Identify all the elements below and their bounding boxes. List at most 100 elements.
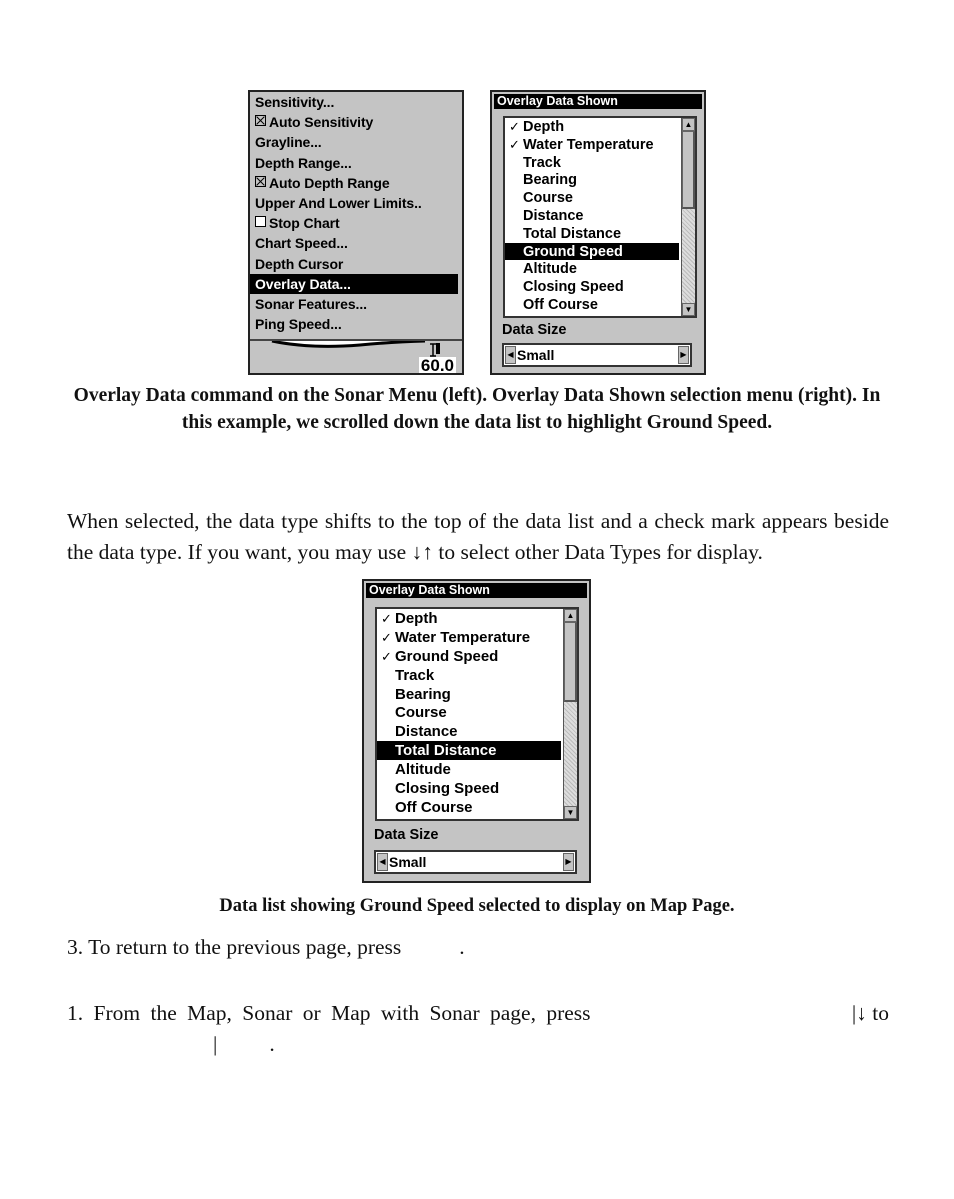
body-paragraph: When selected, the data type shifts to t… xyxy=(67,509,889,564)
menu-item[interactable]: Depth Cursor xyxy=(250,254,462,274)
scroll-thumb[interactable] xyxy=(564,622,577,702)
menu-item[interactable]: Upper And Lower Limits.. xyxy=(250,193,462,213)
list-item[interactable]: Closing Speed xyxy=(505,278,679,296)
menu-item-label: Grayline... xyxy=(255,134,322,151)
menu-item[interactable]: Overlay Data... xyxy=(250,273,458,294)
menu-item-label: Stop Chart xyxy=(269,215,340,232)
overlay-data-list[interactable]: ✓ Depth ✓ Water Temperature Track Bearing Cour… xyxy=(503,116,697,318)
key-separator: | xyxy=(213,1032,218,1056)
list-item[interactable]: Off Course xyxy=(505,296,679,314)
list-item-label: Closing Speed xyxy=(523,279,624,296)
menu-item-label: Auto Depth Range xyxy=(269,174,390,191)
figure-caption: Data list showing Ground Speed selected … xyxy=(219,896,735,916)
list-item[interactable]: Distance xyxy=(377,722,561,741)
menu-item-label: Auto Sensitivity xyxy=(269,114,374,131)
list-item[interactable]: Course xyxy=(505,189,679,207)
menu-item[interactable]: Depth Range... xyxy=(250,153,462,173)
list-item[interactable]: Off Course xyxy=(377,798,561,817)
step-text: 1. From the Map, Sonar or Map with Sonar… xyxy=(67,1001,591,1025)
menu-item-label: Chart Speed... xyxy=(255,235,348,252)
scroll-up-icon[interactable]: ▲ xyxy=(682,118,695,131)
list-item[interactable]: Altitude xyxy=(377,760,561,779)
depth-readout: 60.0 xyxy=(418,356,456,375)
menu-item[interactable]: Auto Sensitivity xyxy=(250,112,462,132)
menu-item-label: Overlay Data... xyxy=(255,275,351,292)
menu-item-label: Sonar Features... xyxy=(255,295,367,312)
arrow-right-icon[interactable]: ▶ xyxy=(563,853,574,871)
list-item[interactable]: Course xyxy=(377,703,561,722)
check-icon: ✓ xyxy=(381,648,392,664)
arrow-right-icon[interactable]: ▶ xyxy=(678,346,689,364)
dialog-title: Overlay Data Shown xyxy=(366,583,587,598)
step-text: 3. To return to the previous page, press xyxy=(67,935,402,959)
list-item[interactable]: Track xyxy=(505,154,679,172)
list-item-label: Distance xyxy=(523,207,584,224)
list-item[interactable]: Bearing xyxy=(505,171,679,189)
list-item[interactable]: Total Distance xyxy=(505,225,679,243)
figure-caption: Overlay Data command on the Sonar Menu (… xyxy=(73,385,881,433)
menu-item[interactable]: Ping Speed... xyxy=(250,314,462,334)
list-item-label: Depth xyxy=(395,610,438,627)
data-size-value: Small xyxy=(517,347,555,363)
check-icon: ✓ xyxy=(509,136,520,152)
list-item[interactable]: Altitude xyxy=(505,260,679,278)
menu-item[interactable]: Auto Depth Range xyxy=(250,173,462,193)
arrow-left-icon[interactable]: ◀ xyxy=(377,853,388,871)
list-item[interactable]: ✓ Depth xyxy=(377,609,561,628)
list-item[interactable]: Closing Speed xyxy=(377,779,561,798)
list-item-label: Altitude xyxy=(395,761,451,779)
list-item-label: Track xyxy=(523,154,561,171)
overlay-data-dialog: Overlay Data Shown ✓ Depth ✓ Water Temperat… xyxy=(362,579,591,883)
list-item[interactable]: ✓ Depth xyxy=(505,118,679,136)
list-item-label: Bearing xyxy=(523,172,577,189)
menu-item[interactable]: Stop Chart xyxy=(250,213,462,233)
menu-item-label: Upper And Lower Limits.. xyxy=(255,194,422,211)
data-size-label: Data Size xyxy=(502,322,567,338)
data-size-selector[interactable]: ◀ Small ▶ xyxy=(374,850,577,874)
menu-item[interactable]: Grayline... xyxy=(250,132,462,152)
scroll-thumb[interactable] xyxy=(682,131,695,209)
check-icon: ✓ xyxy=(509,119,520,134)
menu-item-label: Depth Cursor xyxy=(255,255,344,272)
menu-item-label: Ping Speed... xyxy=(255,316,342,333)
list-item-label: Altitude xyxy=(523,261,577,278)
checkbox-checked-icon[interactable] xyxy=(255,175,266,187)
sonar-chart-area: 60.0 xyxy=(250,341,462,375)
checkbox-unchecked-icon[interactable] xyxy=(255,216,266,228)
list-item-label: Bearing xyxy=(395,685,451,703)
scroll-up-icon[interactable]: ▲ xyxy=(564,609,577,622)
menu-item[interactable]: Sensitivity... xyxy=(250,92,462,112)
list-item[interactable]: Track xyxy=(377,666,561,685)
scroll-down-icon[interactable]: ▼ xyxy=(682,303,695,316)
list-scrollbar[interactable]: ▲ ▼ xyxy=(563,609,579,819)
list-item[interactable]: Total Distance xyxy=(377,741,561,761)
arrow-left-icon[interactable]: ◀ xyxy=(505,346,516,364)
data-size-selector[interactable]: ◀ Small ▶ xyxy=(502,343,692,367)
menu-item[interactable]: Sonar Features... xyxy=(250,294,462,314)
list-scrollbar[interactable]: ▲ ▼ xyxy=(681,118,697,316)
list-item-label: Water Temperature xyxy=(395,628,531,646)
scroll-down-icon[interactable]: ▼ xyxy=(564,806,577,819)
list-item-label: Water Temperature xyxy=(523,136,654,153)
list-item[interactable]: ✓ Water Temperature xyxy=(505,136,679,154)
body-paragraph: 1. From the Map, Sonar or Map with Sonar… xyxy=(67,998,889,1060)
list-item-label: Total Distance xyxy=(523,225,622,242)
list-item-label: Total Distance xyxy=(395,742,497,760)
list-item[interactable]: ✓ Ground Speed xyxy=(377,647,561,666)
list-item-label: Ground Speed xyxy=(395,647,499,665)
check-icon: ✓ xyxy=(381,629,392,645)
menu-item[interactable]: Chart Speed... xyxy=(250,233,462,253)
list-item[interactable]: Bearing xyxy=(377,685,561,704)
list-item[interactable]: ✓ Water Temperature xyxy=(377,628,561,647)
overlay-data-list[interactable]: ✓ Depth ✓ Water Temperature ✓ Ground Speed Tra… xyxy=(375,607,579,821)
list-item-label: Depth xyxy=(523,119,565,135)
check-icon: ✓ xyxy=(381,611,392,626)
list-item-label: Track xyxy=(395,666,435,684)
sonar-menu: Sensitivity... Auto Sensitivity Grayline..… xyxy=(250,92,462,341)
checkbox-checked-icon[interactable] xyxy=(255,115,266,127)
data-size-label: Data Size xyxy=(374,827,439,843)
list-item[interactable]: Ground Speed xyxy=(505,242,679,261)
list-item-label: Off Course xyxy=(395,798,473,816)
list-item[interactable]: Distance xyxy=(505,207,679,225)
list-item-label: Course xyxy=(395,704,447,722)
